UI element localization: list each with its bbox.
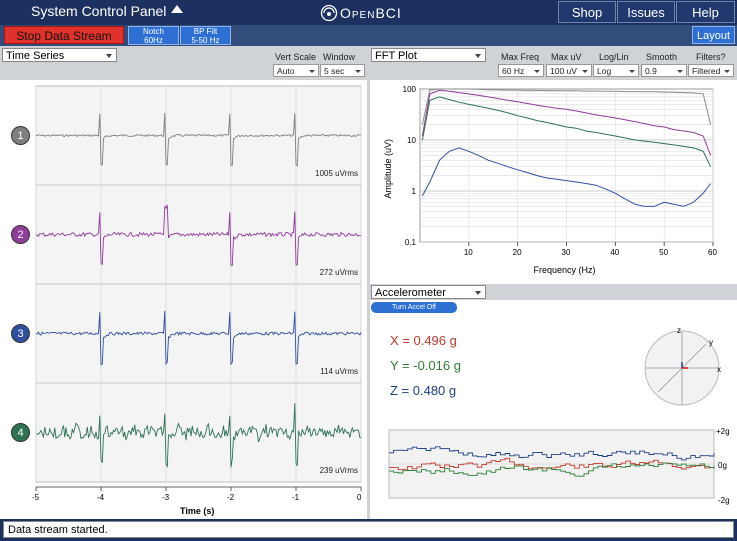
log-lin-label: Log/Lin — [599, 52, 629, 62]
accel-scale-bot: -2g — [718, 496, 730, 505]
vert-scale-dropdown[interactable]: Auto — [273, 64, 319, 77]
accel-z-value: Z = 0.480 g — [390, 383, 457, 398]
max-freq-value: 60 Hz — [502, 66, 525, 76]
fft-y-tick-label: 10 — [407, 136, 416, 145]
issues-button[interactable]: Issues — [617, 1, 675, 23]
dropdown-caret-icon — [309, 70, 315, 73]
axis-z-label: z — [677, 326, 681, 335]
accel-scale-top: +2g — [716, 427, 730, 436]
accel-y-value: Y = -0.016 g — [390, 358, 461, 373]
fft-x-tick-label: 10 — [464, 248, 473, 257]
dropdown-caret-icon — [355, 70, 361, 73]
channel-3-toggle[interactable]: 3 — [11, 323, 30, 343]
axis-x-label: x — [717, 365, 721, 374]
turn-accel-off-button[interactable]: Turn Accel Off — [371, 302, 457, 313]
caret-up-icon[interactable] — [171, 5, 183, 13]
notch-filter-button[interactable]: Notch 60Hz — [128, 26, 179, 45]
layout-button[interactable]: Layout — [692, 26, 735, 44]
channel-2-rms: 272 uVrms — [319, 268, 358, 277]
channel-1-toggle[interactable]: 1 — [11, 125, 30, 145]
help-button[interactable]: Help — [676, 1, 735, 23]
ts-x-tick-label: -2 — [227, 493, 235, 502]
filters-value: Filtered — [692, 66, 721, 76]
smooth-label: Smooth — [646, 52, 678, 62]
fft-x-tick-label: 40 — [610, 248, 619, 257]
max-uv-dropdown[interactable]: 100 uV — [546, 64, 592, 77]
brand-name: OpenBCI — [340, 5, 402, 21]
ts-x-tick-label: 0 — [357, 493, 362, 502]
time-series-title: Time Series — [6, 50, 65, 62]
fft-y-tick-label: 0.1 — [405, 238, 417, 247]
window-value: 5 sec — [324, 66, 345, 76]
time-axis-label: Time (s) — [180, 506, 215, 516]
system-control-panel-title[interactable]: System Control Panel — [31, 3, 166, 19]
window-dropdown[interactable]: 5 sec — [320, 64, 365, 77]
axis-y-label: y — [709, 338, 713, 347]
status-message: Data stream started. — [3, 521, 734, 538]
notch-value: 60Hz — [144, 35, 163, 45]
filters-label: Filters? — [696, 52, 726, 62]
dropdown-caret-icon — [582, 70, 588, 73]
channel-4-rms: 239 uVrms — [319, 466, 358, 475]
fft-plot: 10 20 30 40 50 60 100 10 1 0.1 Frequency (Hz) Ampli… — [370, 80, 737, 284]
filters-dropdown[interactable]: Filtered — [688, 64, 734, 77]
dropdown-caret-icon — [677, 70, 683, 73]
fft-x-tick-label: 20 — [513, 248, 522, 257]
log-lin-dropdown[interactable]: Log — [593, 64, 639, 77]
fft-x-tick-label: 30 — [562, 248, 571, 257]
dropdown-caret-icon — [534, 70, 540, 73]
ts-x-tick-label: -1 — [292, 493, 300, 502]
window-label: Window — [323, 52, 356, 62]
dropdown-caret-icon — [475, 54, 481, 58]
fft-x-axis-label: Frequency (Hz) — [534, 265, 596, 275]
fft-y-tick-label: 100 — [403, 85, 417, 94]
fft-x-tick-label: 50 — [659, 248, 668, 257]
openbci-logo-icon — [320, 4, 338, 22]
max-freq-dropdown[interactable]: 60 Hz — [498, 64, 544, 77]
ts-x-tick-label: -4 — [97, 493, 105, 502]
time-series-plot: -5 -4 -3 -2 -1 0 — [0, 80, 368, 519]
ts-x-tick-label: -5 — [32, 493, 40, 502]
accelerometer-widget-select[interactable]: Accelerometer — [371, 285, 486, 299]
channel-2-toggle[interactable]: 2 — [11, 224, 30, 244]
accel-x-value: X = 0.496 g — [390, 333, 457, 348]
ts-x-tick-label: -3 — [162, 493, 170, 502]
smooth-value: 0.9 — [645, 66, 657, 76]
vert-scale-label: Vert Scale — [275, 52, 317, 62]
accelerometer-time-plot: +2g 0g -2g — [388, 427, 730, 505]
fft-title: FFT Plot — [375, 50, 417, 62]
stop-data-stream-button[interactable]: Stop Data Stream — [4, 26, 124, 44]
max-uv-value: 100 uV — [550, 66, 577, 76]
max-uv-label: Max uV — [551, 52, 582, 62]
dropdown-caret-icon — [475, 291, 481, 295]
log-lin-value: Log — [597, 66, 612, 76]
accel-scale-mid: 0g — [718, 461, 727, 470]
max-freq-label: Max Freq — [501, 52, 540, 62]
accelerometer-3d-axes: z y x — [644, 326, 721, 406]
shop-button[interactable]: Shop — [558, 1, 616, 23]
bandpass-value: 5-50 Hz — [191, 35, 220, 45]
dropdown-caret-icon — [724, 70, 730, 73]
channel-1-rms: 1005 uVrms — [315, 169, 358, 178]
dropdown-caret-icon — [629, 70, 635, 73]
channel-3-rms: 114 uVrms — [320, 367, 358, 376]
dropdown-caret-icon — [106, 54, 112, 58]
fft-y-axis-label: Amplitude (uV) — [383, 139, 393, 199]
vert-scale-value: Auto — [277, 66, 295, 76]
accelerometer-title: Accelerometer — [375, 287, 446, 299]
fft-y-tick-label: 1 — [412, 187, 417, 196]
time-series-widget-select[interactable]: Time Series — [2, 48, 117, 62]
fft-widget-select[interactable]: FFT Plot — [371, 48, 486, 62]
bandpass-filter-button[interactable]: BP Filt 5-50 Hz — [180, 26, 231, 45]
fft-x-tick-label: 60 — [708, 248, 717, 257]
channel-4-toggle[interactable]: 4 — [11, 422, 30, 442]
smooth-dropdown[interactable]: 0.9 — [641, 64, 687, 77]
